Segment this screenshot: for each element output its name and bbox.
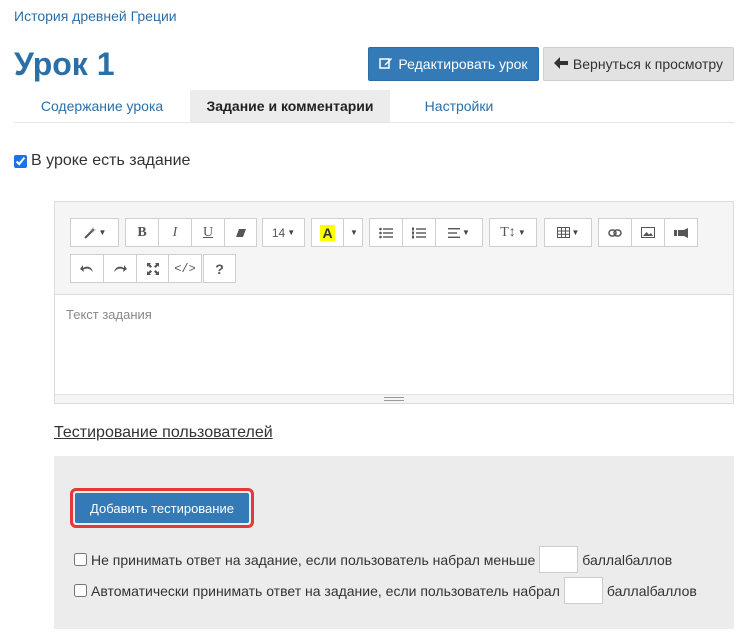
min-score-option[interactable]: Не принимать ответ на задание, если поль… <box>74 546 672 573</box>
bold-button[interactable]: B <box>125 218 159 247</box>
link-button[interactable] <box>598 218 632 247</box>
video-icon <box>674 227 688 238</box>
table-icon <box>556 227 570 238</box>
tab-settings[interactable]: Настройки <box>390 90 528 122</box>
user-testing-link[interactable]: Тестирование пользователей <box>54 424 273 442</box>
text-color-button[interactable]: A <box>311 218 344 247</box>
resize-grip-icon <box>384 397 404 401</box>
back-to-view-button[interactable]: Вернуться к просмотру <box>543 47 734 81</box>
table-dropdown[interactable]: ▼ <box>544 218 592 247</box>
ordered-list-icon <box>412 227 426 239</box>
align-icon <box>448 227 461 238</box>
has-task-checkbox-row[interactable]: В уроке есть задание <box>14 152 190 170</box>
redo-icon <box>113 264 127 273</box>
page-title: Урок 1 <box>14 46 115 82</box>
text-color-dropdown[interactable]: ▼ <box>343 218 363 247</box>
clear-format-button[interactable] <box>224 218 257 247</box>
redo-button[interactable] <box>103 254 137 283</box>
min-score-checkbox[interactable] <box>74 553 87 566</box>
edit-lesson-button[interactable]: Редактировать урок <box>368 47 539 81</box>
back-to-view-label: Вернуться к просмотру <box>572 56 724 72</box>
edit-icon <box>379 56 393 73</box>
has-task-label: В уроке есть задание <box>31 152 191 169</box>
image-icon <box>641 227 655 238</box>
italic-icon: I <box>172 224 178 240</box>
auto-accept-option[interactable]: Автоматически принимать ответ на задание… <box>74 577 697 604</box>
ordered-list-button[interactable] <box>402 218 436 247</box>
auto-accept-suffix: баллаlбаллов <box>606 582 697 599</box>
link-icon <box>608 228 622 237</box>
tab-lesson-content[interactable]: Содержание урока <box>14 90 190 122</box>
help-button[interactable]: ? <box>203 254 236 283</box>
font-size-value: 14 <box>271 225 286 240</box>
editor-toolbar: ▼ B I U 14 ▼ A ▼ ▼ T↕ ▼ ▼ </> ? <box>55 202 733 295</box>
min-score-suffix: баллаlбаллов <box>582 551 673 568</box>
bold-icon: B <box>137 224 147 240</box>
image-button[interactable] <box>631 218 665 247</box>
eraser-icon <box>235 228 247 238</box>
unordered-list-button[interactable] <box>369 218 403 247</box>
code-view-icon: </> <box>174 261 196 276</box>
undo-button[interactable] <box>70 254 104 283</box>
min-score-text: Не принимать ответ на задание, если поль… <box>91 551 536 568</box>
code-view-button[interactable]: </> <box>168 254 202 283</box>
fullscreen-button[interactable] <box>136 254 169 283</box>
align-dropdown[interactable]: ▼ <box>435 218 483 247</box>
tab-task-comments[interactable]: Задание и комментарии <box>190 90 390 122</box>
auto-accept-checkbox[interactable] <box>74 584 87 597</box>
video-button[interactable] <box>664 218 698 247</box>
auto-accept-input[interactable] <box>563 577 603 604</box>
testing-panel: Добавить тестирование Не принимать ответ… <box>54 456 734 629</box>
line-height-icon: T↕ <box>500 224 516 240</box>
chevron-down-icon: ▼ <box>350 228 358 237</box>
breadcrumb[interactable]: История древней Греции <box>14 8 177 24</box>
tab-bar: Содержание урока Задание и комментарии Н… <box>14 90 734 123</box>
text-color-icon: A <box>320 224 335 241</box>
has-task-checkbox[interactable] <box>14 154 27 168</box>
fullscreen-icon <box>146 262 159 275</box>
rich-text-editor: ▼ B I U 14 ▼ A ▼ ▼ T↕ ▼ ▼ </> ? Текст за… <box>54 201 734 404</box>
edit-lesson-label: Редактировать урок <box>398 56 528 72</box>
task-text-area[interactable]: Текст задания <box>55 295 733 395</box>
arrow-left-icon <box>553 56 568 72</box>
line-height-dropdown[interactable]: T↕ ▼ <box>489 218 537 247</box>
auto-accept-text: Автоматически принимать ответ на задание… <box>91 582 560 599</box>
min-score-input[interactable] <box>539 546 579 573</box>
editor-resize-handle[interactable] <box>55 394 733 403</box>
style-dropdown[interactable]: ▼ <box>70 218 119 247</box>
magic-wand-icon <box>83 226 97 240</box>
italic-button[interactable]: I <box>158 218 192 247</box>
font-size-dropdown[interactable]: 14 ▼ <box>262 218 305 247</box>
underline-icon: U <box>202 224 214 240</box>
underline-button[interactable]: U <box>191 218 225 247</box>
task-text-placeholder: Текст задания <box>66 307 152 322</box>
undo-icon <box>80 264 94 273</box>
unordered-list-icon <box>379 227 393 239</box>
add-testing-highlight: Добавить тестирование <box>70 488 254 528</box>
add-testing-button[interactable]: Добавить тестирование <box>75 493 249 523</box>
help-icon: ? <box>215 260 224 277</box>
